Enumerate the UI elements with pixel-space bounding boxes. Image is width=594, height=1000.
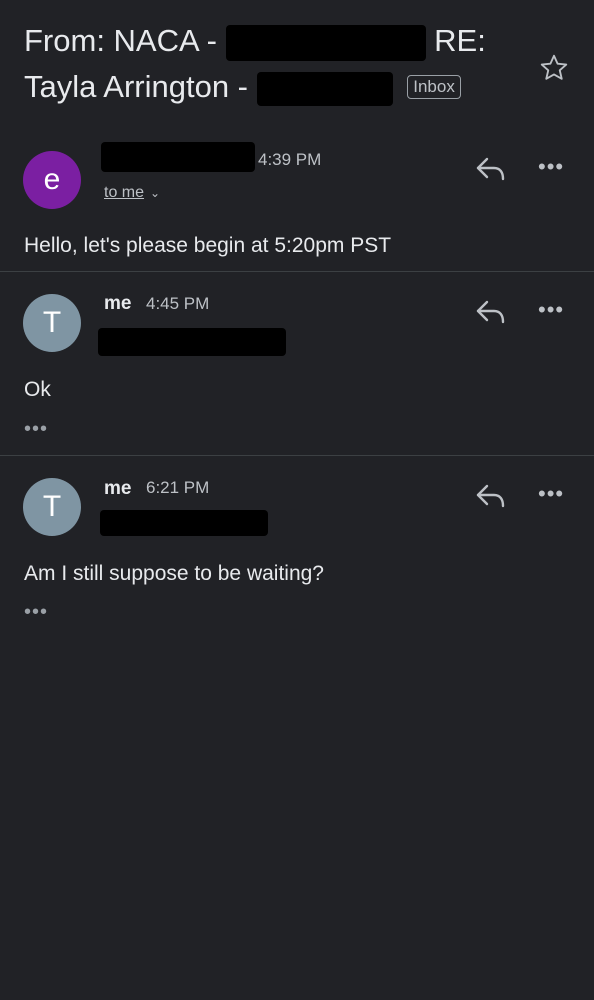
avatar[interactable]: e xyxy=(23,151,81,209)
message-body: Ok xyxy=(24,378,51,401)
message-time: 4:45 PM xyxy=(146,294,210,313)
subject-reply-marker: RE: xyxy=(434,23,486,58)
redacted-sender xyxy=(101,142,255,172)
star-icon[interactable] xyxy=(538,52,570,84)
divider xyxy=(0,271,594,272)
show-trimmed-content-button[interactable]: ••• xyxy=(24,419,48,439)
more-options-icon[interactable]: ••• xyxy=(538,156,570,178)
inbox-label[interactable]: Inbox xyxy=(407,74,461,99)
redacted-recipient[interactable] xyxy=(98,328,286,356)
avatar[interactable]: T xyxy=(23,478,81,536)
sender-name: me xyxy=(104,478,132,499)
more-options-icon[interactable]: ••• xyxy=(538,299,570,321)
subject-prefix: From: NACA - xyxy=(24,23,217,58)
chevron-down-icon: ⌄ xyxy=(150,186,161,200)
reply-icon[interactable] xyxy=(474,482,508,510)
recipient-dropdown[interactable]: to me ⌄ xyxy=(104,184,160,202)
reply-icon[interactable] xyxy=(474,155,508,183)
redacted-id xyxy=(256,71,393,106)
show-trimmed-content-button[interactable]: ••• xyxy=(24,602,48,622)
more-options-icon[interactable]: ••• xyxy=(538,483,570,505)
divider xyxy=(0,455,594,456)
sender-name: me xyxy=(104,293,132,314)
recipient-label: to me xyxy=(104,184,145,201)
avatar[interactable]: T xyxy=(23,294,81,352)
email-subject: From: NACA - RE: Tayla Arrington - Inbox xyxy=(24,18,524,110)
message-body: Hello, let's please begin at 5:20pm PST xyxy=(24,234,392,257)
message-time: 6:21 PM xyxy=(146,478,210,497)
message-body: Am I still suppose to be waiting? xyxy=(24,562,324,585)
redacted-recipient[interactable] xyxy=(100,510,268,536)
redacted-name xyxy=(225,24,426,61)
subject-name: Tayla Arrington - xyxy=(24,69,248,104)
message-time: 4:39 PM xyxy=(258,150,322,169)
reply-icon[interactable] xyxy=(474,298,508,326)
